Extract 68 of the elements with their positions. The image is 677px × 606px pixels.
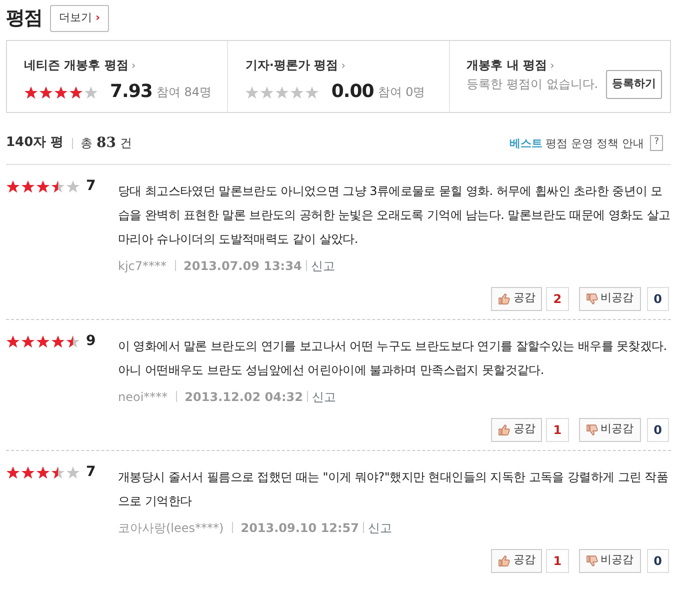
rating-link[interactable]: 개봉후 내 평점 <box>466 58 548 72</box>
username: neoi**** <box>118 388 168 406</box>
review-date: 2013.07.09 13:34 <box>184 258 302 274</box>
star-icon <box>24 86 38 98</box>
star-icon <box>6 334 20 348</box>
review-score: 9 <box>86 334 96 349</box>
list-title: 140자 평 <box>6 134 64 152</box>
review-text: 이 영화에서 말론 브란도의 연기를 보고나서 어떤 누구도 브란도보다 연기를 잘할수있는 배우를 못찾겠다. 아니 어떤배우도 브란도 성님앞에선 어린아이에 불과하며 만족스럽지 못할것같다. <box>118 338 668 378</box>
rating-score: 0.00 <box>331 80 374 104</box>
review-date: 2013.12.02 04:32 <box>184 388 303 406</box>
like-count: 1 <box>546 418 569 442</box>
star-icon <box>69 86 83 98</box>
review-text: 개봉당시 줄서서 필름으로 접했던 때는 "이게 뭐야?"했지만 현대인들의 지독한 고독을 강렬하게 그린 작품으로 기억한다 <box>118 468 670 510</box>
thumbs-down-icon <box>586 424 598 436</box>
more-button[interactable]: 더보기 › <box>50 5 110 32</box>
review-text: 당대 최고스타였던 말론브란도 아니었으면 그냥 3류에로물로 묻힐 영화. 허무에 휩싸인 초라한 중년이 모습을 완벽히 표현한 말론 브란도의 공허한 눈빛은 오래도록 기억에 남는다. 말론브란도 때문에 영화도 살고 마리아 슈나이더의 도발적매력도 같이 살았다. <box>118 182 671 248</box>
username: 코아사랑(lees****) <box>118 520 224 536</box>
report-link[interactable]: 신고 <box>368 518 392 536</box>
star-icon <box>21 334 35 348</box>
report-link[interactable]: 신고 <box>312 388 336 406</box>
dislike-button[interactable]: 비공감 <box>578 286 641 310</box>
dislike-count: 0 <box>646 286 669 310</box>
thumbs-up-icon <box>498 554 510 566</box>
dislike-button[interactable]: 비공감 <box>578 548 641 572</box>
star-icon <box>21 180 35 192</box>
star-icon <box>36 466 50 478</box>
star-icon <box>6 466 20 478</box>
participant-count: 참여 0명 <box>378 84 426 100</box>
register-button[interactable]: 등록하기 <box>606 70 662 98</box>
arrow-icon: › <box>341 58 346 72</box>
star-icon <box>39 86 53 98</box>
like-button[interactable]: 공감 <box>491 286 542 310</box>
half-star-icon <box>66 334 80 348</box>
username: kjc7**** <box>118 258 167 274</box>
rating-link[interactable]: 네티즌 개봉후 평점 <box>24 58 128 72</box>
rating-link[interactable]: 기자·평론가 평점 <box>245 58 338 72</box>
review-date: 2013.09.10 12:57 <box>240 520 360 536</box>
arrow-icon: › <box>550 58 554 72</box>
empty-message: 등록한 평점이 없습니다. <box>466 76 598 94</box>
half-star-icon <box>51 466 65 478</box>
report-link[interactable]: 신고 <box>310 256 335 274</box>
thumbs-down-icon <box>586 292 598 304</box>
dislike-count: 0 <box>646 418 669 442</box>
thumbs-up-icon <box>498 424 510 436</box>
like-button[interactable]: 공감 <box>491 548 542 572</box>
like-count: 2 <box>546 286 569 310</box>
dislike-button[interactable]: 비공감 <box>578 418 641 442</box>
dislike-count: 0 <box>646 548 669 572</box>
help-icon[interactable]: ? <box>650 135 663 151</box>
rating-score: 7.93 <box>110 80 152 104</box>
thumbs-down-icon <box>586 554 598 566</box>
like-count: 1 <box>546 548 569 572</box>
star-icon <box>21 466 35 478</box>
thumbs-up-icon <box>498 292 510 304</box>
star-icon <box>36 180 50 192</box>
star-icon <box>6 180 20 192</box>
review-total: 총 83 건 <box>80 134 132 152</box>
section-title: 평점 <box>6 6 42 31</box>
policy-link[interactable]: 베스트 평점 운영 정책 안내 <box>510 134 644 152</box>
like-button[interactable]: 공감 <box>491 418 542 442</box>
participant-count: 참여 84명 <box>156 84 212 100</box>
review-score: 7 <box>86 464 96 480</box>
arrow-icon: › <box>131 58 136 72</box>
star-icon <box>36 334 50 348</box>
half-star-icon <box>51 180 65 192</box>
star-icon <box>51 334 65 348</box>
star-icon <box>54 86 68 98</box>
review-score: 7 <box>86 178 96 194</box>
